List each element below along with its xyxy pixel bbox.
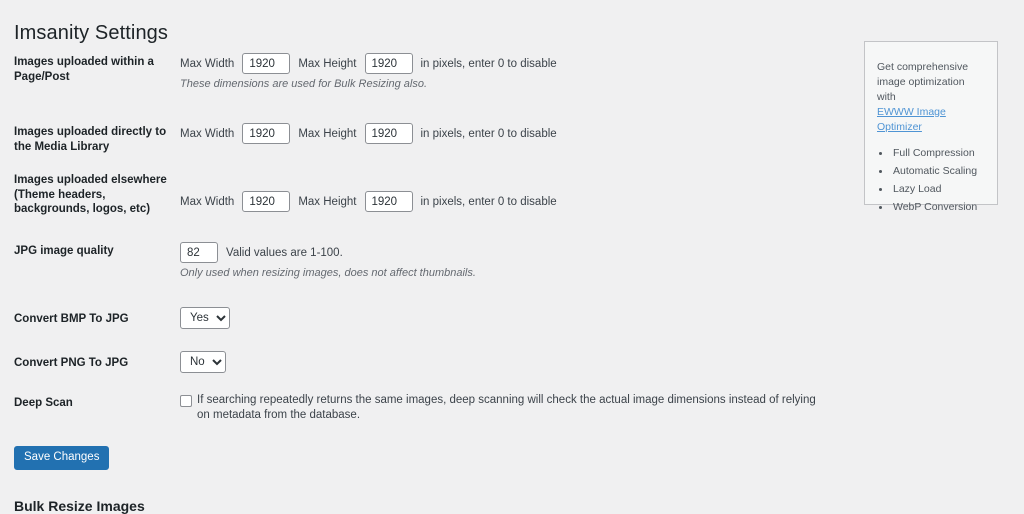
setting-row-deep-scan: Deep Scan If searching repeatedly return… bbox=[14, 393, 844, 423]
bulk-resize-heading: Bulk Resize Images bbox=[14, 497, 145, 514]
page-title: Imsanity Settings bbox=[14, 22, 168, 45]
row-label-elsewhere: Images uploaded elsewhere (Theme headers… bbox=[14, 174, 167, 215]
setting-row-elsewhere: Images uploaded elsewhere (Theme headers… bbox=[14, 173, 844, 217]
row-label-convert-png: Convert PNG To JPG bbox=[14, 357, 129, 369]
ewww-image-optimizer-link[interactable]: EWWW Image Optimizer bbox=[877, 105, 985, 135]
setting-row-convert-png: Convert PNG To JPG No bbox=[14, 351, 844, 373]
row-field-page-post: Max Width Max Height in pixels, enter 0 … bbox=[180, 53, 844, 91]
deep-scan-control: If searching repeatedly returns the same… bbox=[180, 393, 830, 423]
max-width-input-page-post[interactable] bbox=[242, 53, 291, 74]
row-label-deep-scan: Deep Scan bbox=[14, 397, 73, 409]
row-field-jpg-quality: Valid values are 1-100. Only used when r… bbox=[180, 242, 844, 280]
max-height-label: Max Height bbox=[298, 127, 357, 140]
max-width-label: Max Width bbox=[180, 195, 235, 208]
max-width-label: Max Width bbox=[180, 127, 235, 140]
dimension-line-page-post: Max Width Max Height in pixels, enter 0 … bbox=[180, 53, 844, 74]
row-field-deep-scan: If searching repeatedly returns the same… bbox=[180, 393, 844, 423]
promo-list-item: Full Compression bbox=[891, 144, 985, 162]
convert-bmp-select[interactable]: Yes bbox=[180, 307, 230, 329]
max-height-input-media-library[interactable] bbox=[364, 123, 413, 144]
pixels-note-media-library: in pixels, enter 0 to disable bbox=[420, 127, 557, 140]
row-field-media-library: Max Width Max Height in pixels, enter 0 … bbox=[180, 115, 844, 144]
jpg-quality-input[interactable] bbox=[180, 242, 218, 263]
max-width-label: Max Width bbox=[180, 57, 235, 70]
save-changes-button[interactable]: Save Changes bbox=[14, 446, 110, 470]
pixels-note-elsewhere: in pixels, enter 0 to disable bbox=[420, 195, 557, 208]
max-height-label: Max Height bbox=[298, 195, 357, 208]
row-field-convert-bmp: Yes bbox=[180, 307, 844, 329]
max-height-input-elsewhere[interactable] bbox=[364, 191, 413, 212]
hint-page-post: These dimensions are used for Bulk Resiz… bbox=[180, 78, 428, 90]
convert-png-select[interactable]: No bbox=[180, 351, 226, 373]
setting-row-convert-bmp: Convert BMP To JPG Yes bbox=[14, 307, 844, 329]
promo-box-ewww: Get comprehensive image optimization wit… bbox=[864, 41, 998, 213]
row-label-jpg-quality: JPG image quality bbox=[14, 245, 114, 257]
jpg-quality-note: Valid values are 1-100. bbox=[226, 246, 343, 259]
promo-feature-list: Full Compression Automatic Scaling Lazy … bbox=[877, 144, 985, 216]
row-field-elsewhere: Max Width Max Height in pixels, enter 0 … bbox=[180, 173, 844, 212]
row-field-convert-png: No bbox=[180, 351, 844, 373]
max-width-input-media-library[interactable] bbox=[242, 123, 291, 144]
dimension-line-media-library: Max Width Max Height in pixels, enter 0 … bbox=[180, 123, 844, 144]
hint-jpg-quality: Only used when resizing images, does not… bbox=[180, 267, 476, 279]
promo-list-item: WebP Conversion bbox=[891, 198, 985, 216]
max-height-input-page-post[interactable] bbox=[364, 53, 413, 74]
row-label-convert-bmp: Convert BMP To JPG bbox=[14, 313, 129, 325]
quality-line: Valid values are 1-100. bbox=[180, 242, 844, 263]
max-width-input-elsewhere[interactable] bbox=[242, 191, 291, 212]
setting-row-page-post: Images uploaded within a Page/Post Max W… bbox=[14, 53, 844, 91]
setting-row-jpg-quality: JPG image quality Valid values are 1-100… bbox=[14, 242, 844, 280]
promo-text: Get comprehensive image optimization wit… bbox=[877, 61, 969, 103]
promo-list-item: Automatic Scaling bbox=[891, 162, 985, 180]
deep-scan-description: If searching repeatedly returns the same… bbox=[197, 394, 816, 421]
max-height-label: Max Height bbox=[298, 57, 357, 70]
dimension-line-elsewhere: Max Width Max Height in pixels, enter 0 … bbox=[180, 191, 844, 212]
row-label-page-post: Images uploaded within a Page/Post bbox=[14, 56, 154, 83]
setting-row-media-library: Images uploaded directly to the Media Li… bbox=[14, 115, 844, 154]
row-label-media-library: Images uploaded directly to the Media Li… bbox=[14, 126, 167, 153]
deep-scan-checkbox[interactable] bbox=[180, 395, 192, 407]
promo-list-item: Lazy Load bbox=[891, 180, 985, 198]
pixels-note-page-post: in pixels, enter 0 to disable bbox=[420, 57, 557, 70]
